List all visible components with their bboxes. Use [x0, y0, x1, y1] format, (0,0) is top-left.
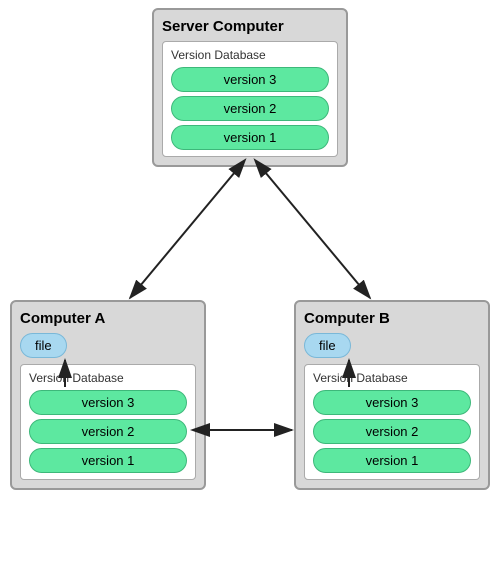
computer-b-title: Computer B	[304, 310, 480, 327]
arrow-server-to-b	[265, 172, 370, 298]
computer-b-db-container: Version Database version 3 version 2 ver…	[304, 364, 480, 480]
server-title: Server Computer	[162, 18, 338, 35]
server-version-1: version 1	[171, 125, 329, 150]
computer-b-version-1: version 1	[313, 448, 471, 473]
server-computer-box: Server Computer Version Database version…	[152, 8, 348, 167]
computer-a-version-3: version 3	[29, 390, 187, 415]
arrow-server-to-a	[130, 172, 235, 298]
server-version-2: version 2	[171, 96, 329, 121]
computer-b-version-2: version 2	[313, 419, 471, 444]
server-db-label: Version Database	[171, 48, 329, 62]
server-db-container: Version Database version 3 version 2 ver…	[162, 41, 338, 157]
computer-a-file: file	[20, 333, 67, 358]
computer-b-db-label: Version Database	[313, 371, 471, 385]
computer-a-version-1: version 1	[29, 448, 187, 473]
computer-a-version-2: version 2	[29, 419, 187, 444]
computer-b-file: file	[304, 333, 351, 358]
diagram: Server Computer Version Database version…	[0, 0, 500, 563]
computer-a-box: Computer A file Version Database version…	[10, 300, 206, 490]
computer-b-version-3: version 3	[313, 390, 471, 415]
computer-a-db-label: Version Database	[29, 371, 187, 385]
computer-a-title: Computer A	[20, 310, 196, 327]
server-version-3: version 3	[171, 67, 329, 92]
computer-b-box: Computer B file Version Database version…	[294, 300, 490, 490]
computer-a-db-container: Version Database version 3 version 2 ver…	[20, 364, 196, 480]
